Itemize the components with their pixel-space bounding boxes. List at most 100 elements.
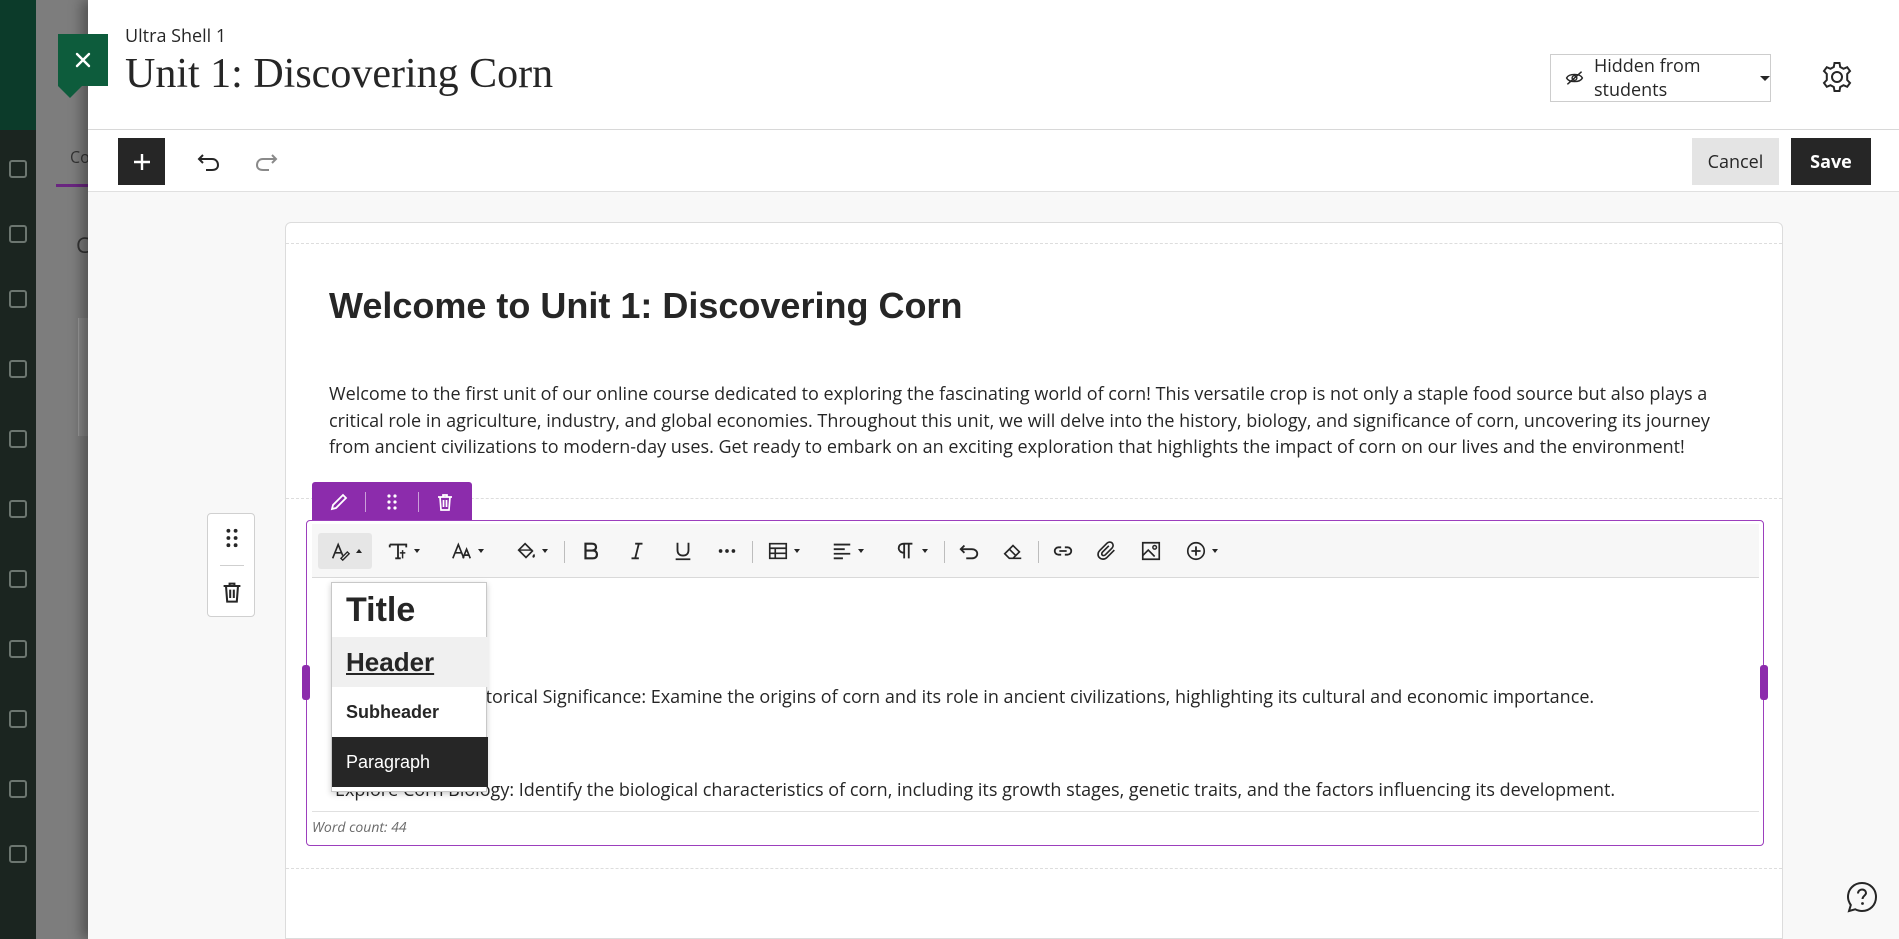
rich-text-editor: storical Significance: Examine the origi… bbox=[306, 520, 1764, 846]
resize-handle-left[interactable] bbox=[302, 665, 310, 700]
background-tab-indicator bbox=[56, 184, 88, 187]
underline-button[interactable] bbox=[666, 533, 700, 569]
undo-edit-button[interactable] bbox=[952, 533, 986, 569]
signout-icon bbox=[9, 845, 27, 863]
pencil-icon bbox=[330, 493, 347, 511]
paragraph-format-button[interactable] bbox=[318, 533, 372, 569]
formatting-toolbar bbox=[312, 524, 1759, 578]
drag-handle-icon[interactable] bbox=[220, 526, 244, 550]
block-side-tools bbox=[207, 513, 255, 617]
bold-icon bbox=[584, 542, 599, 560]
chevron-down-icon bbox=[1760, 75, 1770, 81]
paint-bucket-icon bbox=[516, 542, 535, 559]
user-icon bbox=[9, 780, 27, 798]
block-actions-bar bbox=[312, 482, 472, 522]
format-option-paragraph[interactable]: Paragraph bbox=[332, 737, 488, 787]
intro-paragraph[interactable]: Welcome to the first unit of our online … bbox=[329, 381, 1729, 461]
gear-icon[interactable] bbox=[1820, 60, 1854, 94]
link-icon bbox=[1053, 546, 1073, 556]
chevron-down-icon bbox=[857, 549, 864, 553]
bold-button[interactable] bbox=[574, 533, 608, 569]
visibility-dropdown[interactable]: Hidden from students bbox=[1550, 54, 1771, 102]
block-divider bbox=[286, 498, 1782, 499]
undo-icon[interactable] bbox=[194, 146, 224, 176]
document-heading[interactable]: Welcome to Unit 1: Discovering Corn bbox=[329, 285, 962, 327]
edit-block-button[interactable] bbox=[312, 482, 365, 522]
eraser-icon bbox=[1003, 544, 1022, 560]
more-icon bbox=[718, 549, 736, 553]
save-button[interactable]: Save bbox=[1791, 138, 1871, 185]
background-nav-rail bbox=[0, 0, 36, 939]
redo-icon[interactable] bbox=[251, 146, 281, 176]
trash-icon bbox=[437, 494, 452, 511]
delete-block-button[interactable] bbox=[418, 482, 471, 522]
format-style-icon bbox=[331, 542, 350, 562]
drag-handle-icon bbox=[386, 494, 397, 510]
text-style-button[interactable] bbox=[380, 533, 426, 569]
close-icon bbox=[75, 52, 91, 68]
format-option-title[interactable]: Title bbox=[332, 583, 488, 637]
align-button[interactable] bbox=[824, 533, 870, 569]
objective-item[interactable]: Explore Corn Biology: Identify the biolo… bbox=[335, 778, 1615, 802]
align-left-icon bbox=[833, 543, 850, 560]
block-divider bbox=[286, 243, 1782, 244]
trash-icon[interactable] bbox=[220, 580, 244, 604]
chevron-down-icon bbox=[541, 549, 548, 553]
calendar-icon bbox=[9, 430, 27, 448]
objective-item[interactable]: storical Significance: Examine the origi… bbox=[477, 685, 1594, 709]
block-divider bbox=[286, 868, 1782, 869]
insert-image-button[interactable] bbox=[1134, 533, 1168, 569]
globe-icon bbox=[9, 290, 27, 308]
paragraph-format-menu: Title Header Subheader Paragraph bbox=[331, 582, 488, 792]
image-icon bbox=[1141, 541, 1161, 561]
clear-formatting-button[interactable] bbox=[996, 533, 1030, 569]
plus-icon bbox=[133, 153, 150, 170]
add-content-button[interactable] bbox=[118, 138, 165, 185]
format-option-header[interactable]: Header bbox=[332, 637, 488, 687]
grades-icon bbox=[9, 570, 27, 588]
word-count: Word count: 44 bbox=[312, 818, 407, 837]
insert-link-button[interactable] bbox=[1046, 533, 1080, 569]
page-title: Unit 1: Discovering Corn bbox=[125, 51, 554, 97]
drag-block-button[interactable] bbox=[365, 482, 418, 522]
text-color-button[interactable] bbox=[508, 533, 554, 569]
visibility-label: Hidden from students bbox=[1593, 54, 1701, 102]
plus-circle-icon bbox=[1186, 541, 1205, 561]
divider bbox=[220, 565, 244, 566]
editor-content-area[interactable]: storical Significance: Examine the origi… bbox=[312, 578, 1759, 812]
italic-button[interactable] bbox=[620, 533, 654, 569]
toolbar-separator bbox=[1038, 541, 1039, 563]
chevron-down-icon bbox=[1211, 549, 1218, 553]
font-size-icon bbox=[451, 542, 471, 559]
profile-icon bbox=[9, 225, 27, 243]
underline-icon bbox=[675, 542, 691, 561]
insert-content-button[interactable] bbox=[1178, 533, 1224, 569]
paragraph-button[interactable] bbox=[888, 533, 934, 569]
edit-icon bbox=[9, 710, 27, 728]
tools-icon bbox=[9, 640, 27, 658]
font-size-button[interactable] bbox=[444, 533, 490, 569]
breadcrumb[interactable]: Ultra Shell 1 bbox=[125, 24, 226, 48]
chevron-down-icon bbox=[921, 549, 928, 553]
pilcrow-icon bbox=[897, 542, 912, 559]
format-option-subheader[interactable]: Subheader bbox=[332, 687, 488, 737]
editor-top-toolbar: Cancel Save bbox=[88, 130, 1899, 192]
attach-file-button[interactable] bbox=[1090, 533, 1124, 569]
toolbar-separator bbox=[752, 541, 753, 563]
close-panel-button[interactable] bbox=[58, 34, 108, 98]
courses-icon bbox=[9, 360, 27, 378]
more-formatting-button[interactable] bbox=[710, 533, 744, 569]
chevron-down-icon bbox=[793, 549, 800, 553]
background-tab-label: Co bbox=[70, 146, 90, 168]
messages-icon bbox=[9, 500, 27, 518]
background-logo-area bbox=[0, 0, 36, 130]
text-style-icon bbox=[388, 543, 407, 560]
help-icon[interactable] bbox=[1845, 880, 1879, 914]
panel-header: Ultra Shell 1 Unit 1: Discovering Corn H… bbox=[88, 0, 1899, 130]
resize-handle-right[interactable] bbox=[1760, 665, 1768, 700]
table-button[interactable] bbox=[760, 533, 806, 569]
institution-icon bbox=[9, 160, 27, 178]
undo-icon bbox=[959, 544, 979, 560]
italic-icon bbox=[631, 542, 643, 560]
cancel-button[interactable]: Cancel bbox=[1692, 138, 1779, 185]
